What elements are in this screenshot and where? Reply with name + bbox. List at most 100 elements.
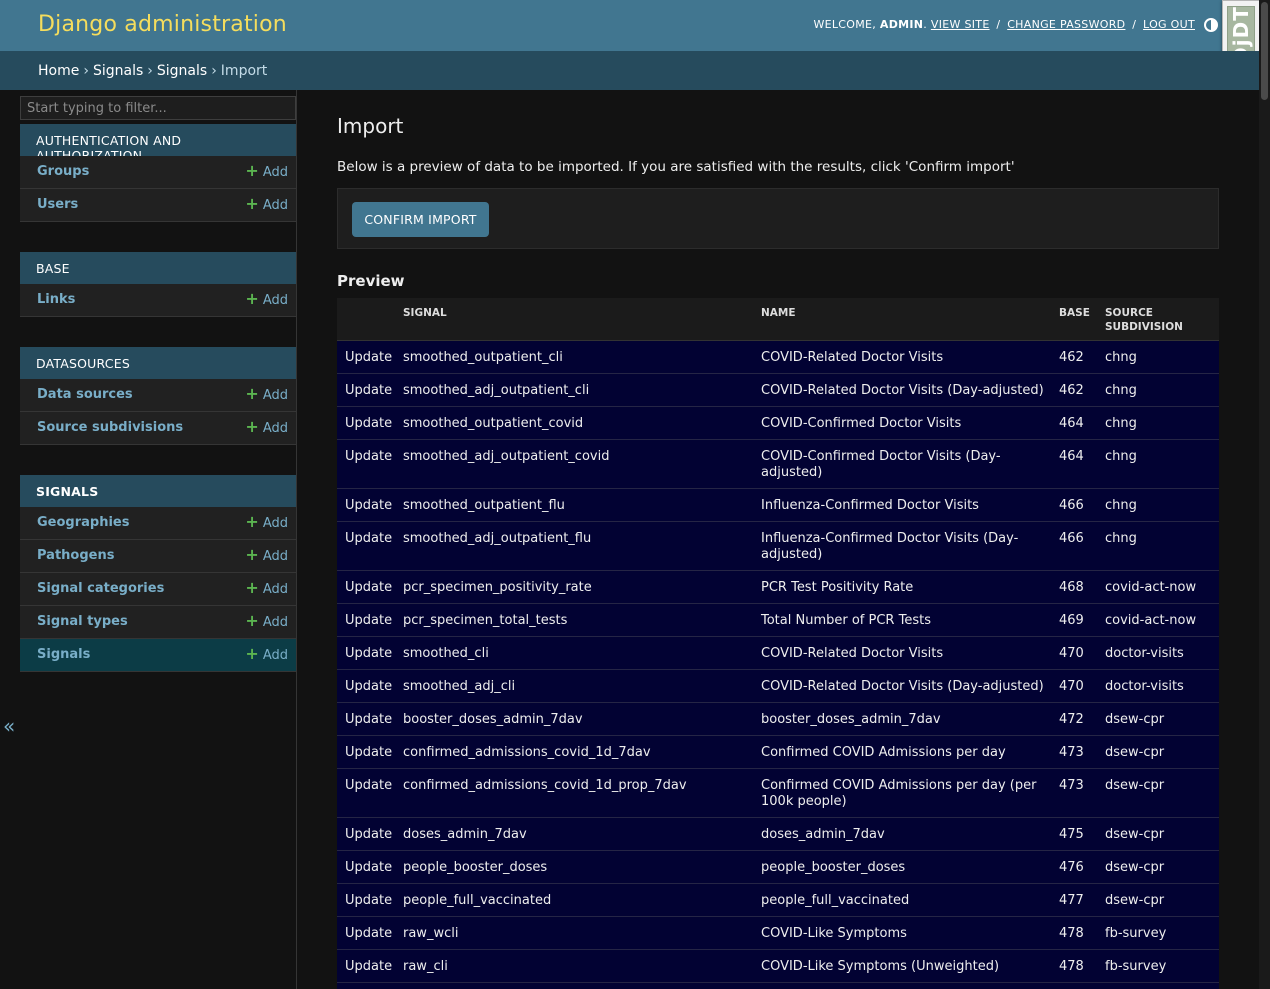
user-tools-separator: /: [996, 18, 1001, 31]
signal-cell: raw_cli: [399, 949, 757, 983]
model-link-links[interactable]: Links: [37, 292, 75, 307]
add-label: Add: [262, 549, 288, 564]
add-label: Add: [262, 648, 288, 663]
add-signal-categories-button[interactable]: + Add: [245, 580, 288, 598]
source-subdivision-cell: chng: [1101, 439, 1219, 489]
view-site-link[interactable]: View site: [931, 18, 990, 31]
add-label: Add: [262, 198, 288, 213]
add-links-button[interactable]: + Add: [245, 289, 288, 309]
add-source-subdivisions-button[interactable]: + Add: [245, 419, 288, 437]
name-cell: COVID-Related Doctor Visits: [757, 636, 1055, 670]
name-cell: COVID-Related Doctor Visits: [757, 340, 1055, 374]
row-action: Update: [337, 439, 399, 489]
add-users-button[interactable]: + Add: [245, 196, 288, 214]
source-subdivision-cell: dsew-cpr: [1101, 735, 1219, 769]
model-row-signal-categories: Signal categories + Add: [20, 573, 296, 606]
row-action: Update: [337, 669, 399, 703]
model-link-pathogens[interactable]: Pathogens: [37, 548, 114, 563]
row-action: Update: [337, 406, 399, 440]
add-signal-types-button[interactable]: + Add: [245, 611, 288, 631]
base-cell: 466: [1055, 488, 1101, 522]
signal-cell: smoothed_outpatient_flu: [399, 488, 757, 522]
table-row: Update confirmed_admissions_covid_1d_prop…: [337, 768, 1219, 818]
page-scrollbar[interactable]: [1259, 0, 1270, 989]
name-cell: PCR Test Positivity Rate: [757, 570, 1055, 604]
table-row: Update smoothed_outpatient_covid COVID-Con…: [337, 406, 1219, 440]
model-link-groups[interactable]: Groups: [37, 164, 89, 179]
table-row: Update smoothed_adj_outpatient_cli COVID-R…: [337, 373, 1219, 407]
model-link-signal-types[interactable]: Signal types: [37, 614, 128, 629]
name-cell: COVID-Confirmed Doctor Visits: [757, 406, 1055, 440]
log-out-link[interactable]: Log out: [1143, 18, 1195, 31]
column-header-signal: Signal: [399, 298, 757, 341]
add-pathogens-button[interactable]: + Add: [245, 547, 288, 565]
model-link-data-sources[interactable]: Data sources: [37, 387, 133, 402]
model-link-signal-categories[interactable]: Signal categories: [37, 581, 164, 596]
module-caption-base[interactable]: Base: [20, 252, 296, 284]
table-row: Update confirmed_admissions_covid_1d_7dav…: [337, 735, 1219, 769]
add-data-sources-button[interactable]: + Add: [245, 384, 288, 404]
base-cell: 469: [1055, 603, 1101, 637]
model-link-signals[interactable]: Signals: [37, 647, 90, 662]
source-subdivision-cell: dsew-cpr: [1101, 702, 1219, 736]
row-action: Update: [337, 340, 399, 374]
model-link-source-subdivisions[interactable]: Source subdivisions: [37, 420, 183, 435]
add-label: Add: [262, 165, 288, 180]
welcome-text: Welcome,: [813, 18, 877, 31]
table-row: Update booster_doses_admin_7dav booster_do…: [337, 702, 1219, 736]
base-cell: 478: [1055, 949, 1101, 983]
signal-cell: smoothed_adj_outpatient_cli: [399, 373, 757, 407]
base-cell: 464: [1055, 406, 1101, 440]
table-row: Update smoothed_adj_cli COVID-Related Doct…: [337, 669, 1219, 703]
theme-toggle-icon[interactable]: [1204, 18, 1218, 32]
base-cell: 470: [1055, 636, 1101, 670]
source-subdivision-cell: chng: [1101, 406, 1219, 440]
model-row-users: Users + Add: [20, 189, 296, 222]
model-row-links: Links + Add: [20, 284, 296, 317]
module-caption-signals[interactable]: Signals: [20, 475, 296, 507]
row-action: Update: [337, 488, 399, 522]
base-cell: 476: [1055, 850, 1101, 884]
plus-icon: +: [245, 611, 259, 630]
table-row: Update smoothed_cli COVID-Related Doctor V…: [337, 636, 1219, 670]
module-caption-datasources[interactable]: Datasources: [20, 347, 296, 379]
signal-cell: pcr_specimen_positivity_rate: [399, 570, 757, 604]
add-geographies-button[interactable]: + Add: [245, 514, 288, 532]
module-caption-auth[interactable]: Authentication and Authorization: [20, 124, 296, 163]
signal-cell: raw_wcli: [399, 916, 757, 950]
signal-cell: smoothed_adj_outpatient_flu: [399, 521, 757, 571]
model-link-users[interactable]: Users: [37, 197, 78, 212]
site-header: Django administration Welcome, admin. Vi…: [0, 0, 1259, 51]
signal-cell: smoothed_cli: [399, 982, 757, 989]
user-tools-separator: /: [1132, 18, 1137, 31]
change-password-link[interactable]: Change password: [1007, 18, 1125, 31]
plus-icon: +: [245, 384, 259, 403]
name-cell: booster_doses_admin_7dav: [757, 702, 1055, 736]
model-link-geographies[interactable]: Geographies: [37, 515, 129, 530]
confirm-import-button[interactable]: Confirm import: [352, 202, 489, 237]
source-subdivision-cell: covid-act-now: [1101, 603, 1219, 637]
base-cell: 466: [1055, 521, 1101, 571]
row-action: Update: [337, 982, 399, 989]
base-cell: 468: [1055, 570, 1101, 604]
table-row: Update people_full_vaccinated people_full_…: [337, 883, 1219, 917]
site-title[interactable]: Django administration: [38, 12, 287, 37]
signal-cell: people_full_vaccinated: [399, 883, 757, 917]
nav-filter-input[interactable]: [20, 96, 296, 120]
table-header-row: Signal Name Base Source subdivision: [337, 298, 1219, 341]
name-cell: Influenza-Confirmed Doctor Visits (Day-a…: [757, 521, 1055, 571]
signal-cell: confirmed_admissions_covid_1d_7dav: [399, 735, 757, 769]
breadcrumb-model[interactable]: Signals: [157, 63, 207, 79]
plus-icon: +: [245, 289, 259, 308]
breadcrumb-home[interactable]: Home: [38, 63, 79, 79]
add-signals-button[interactable]: + Add: [245, 646, 288, 664]
name-cell: COVID-Like Symptoms (Unweighted): [757, 949, 1055, 983]
breadcrumb-separator: ›: [147, 63, 153, 79]
breadcrumb-app[interactable]: Signals: [93, 63, 143, 79]
row-action: Update: [337, 373, 399, 407]
model-row-geographies: Geographies + Add: [20, 507, 296, 540]
add-groups-button[interactable]: + Add: [245, 163, 288, 181]
source-subdivision-cell: doctor-visits: [1101, 669, 1219, 703]
collapse-sidebar-icon[interactable]: «: [3, 712, 17, 740]
scrollbar-thumb[interactable]: [1261, 2, 1268, 100]
